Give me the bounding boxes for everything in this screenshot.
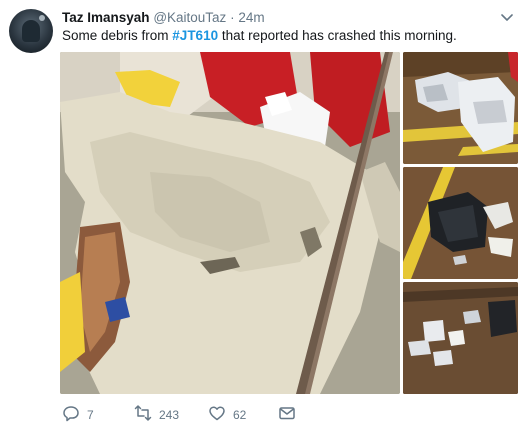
retweet-button[interactable]: 243 — [134, 404, 179, 425]
timestamp[interactable]: 24m — [238, 10, 264, 25]
like-button[interactable]: 62 — [208, 404, 246, 425]
like-count: 62 — [233, 407, 247, 422]
media-grid — [60, 52, 518, 394]
envelope-icon — [278, 404, 296, 425]
retweet-icon — [134, 404, 152, 425]
chevron-down-icon[interactable] — [500, 10, 514, 24]
tweet-text-start: Some debris from — [62, 28, 173, 43]
avatar-light — [39, 15, 45, 21]
user-handle[interactable]: @KaitouTaz — [153, 10, 226, 25]
reply-button[interactable]: 7 — [62, 404, 94, 425]
tweet-card[interactable]: Taz Imansyah @KaitouTaz · 24m Some debri… — [0, 0, 528, 428]
heart-icon — [208, 404, 226, 425]
main-photo[interactable] — [60, 52, 400, 394]
photo-4[interactable] — [403, 282, 518, 394]
display-name[interactable]: Taz Imansyah — [62, 10, 150, 25]
separator-dot: · — [230, 10, 235, 25]
photo-2[interactable] — [403, 52, 518, 164]
tweet-header: Taz Imansyah @KaitouTaz · 24m — [62, 10, 265, 25]
tweet-text-end: that reported has crashed this morning. — [218, 28, 457, 43]
direct-message-button[interactable] — [278, 404, 296, 425]
reply-icon — [62, 404, 80, 425]
retweet-count: 243 — [159, 407, 180, 422]
hashtag-link[interactable]: #JT610 — [172, 28, 218, 43]
tweet-text: Some debris from #JT610 that reported ha… — [62, 28, 457, 43]
avatar-figure — [22, 20, 40, 42]
photo-3[interactable] — [403, 167, 518, 279]
reply-count: 7 — [87, 407, 94, 422]
avatar[interactable] — [9, 9, 53, 53]
